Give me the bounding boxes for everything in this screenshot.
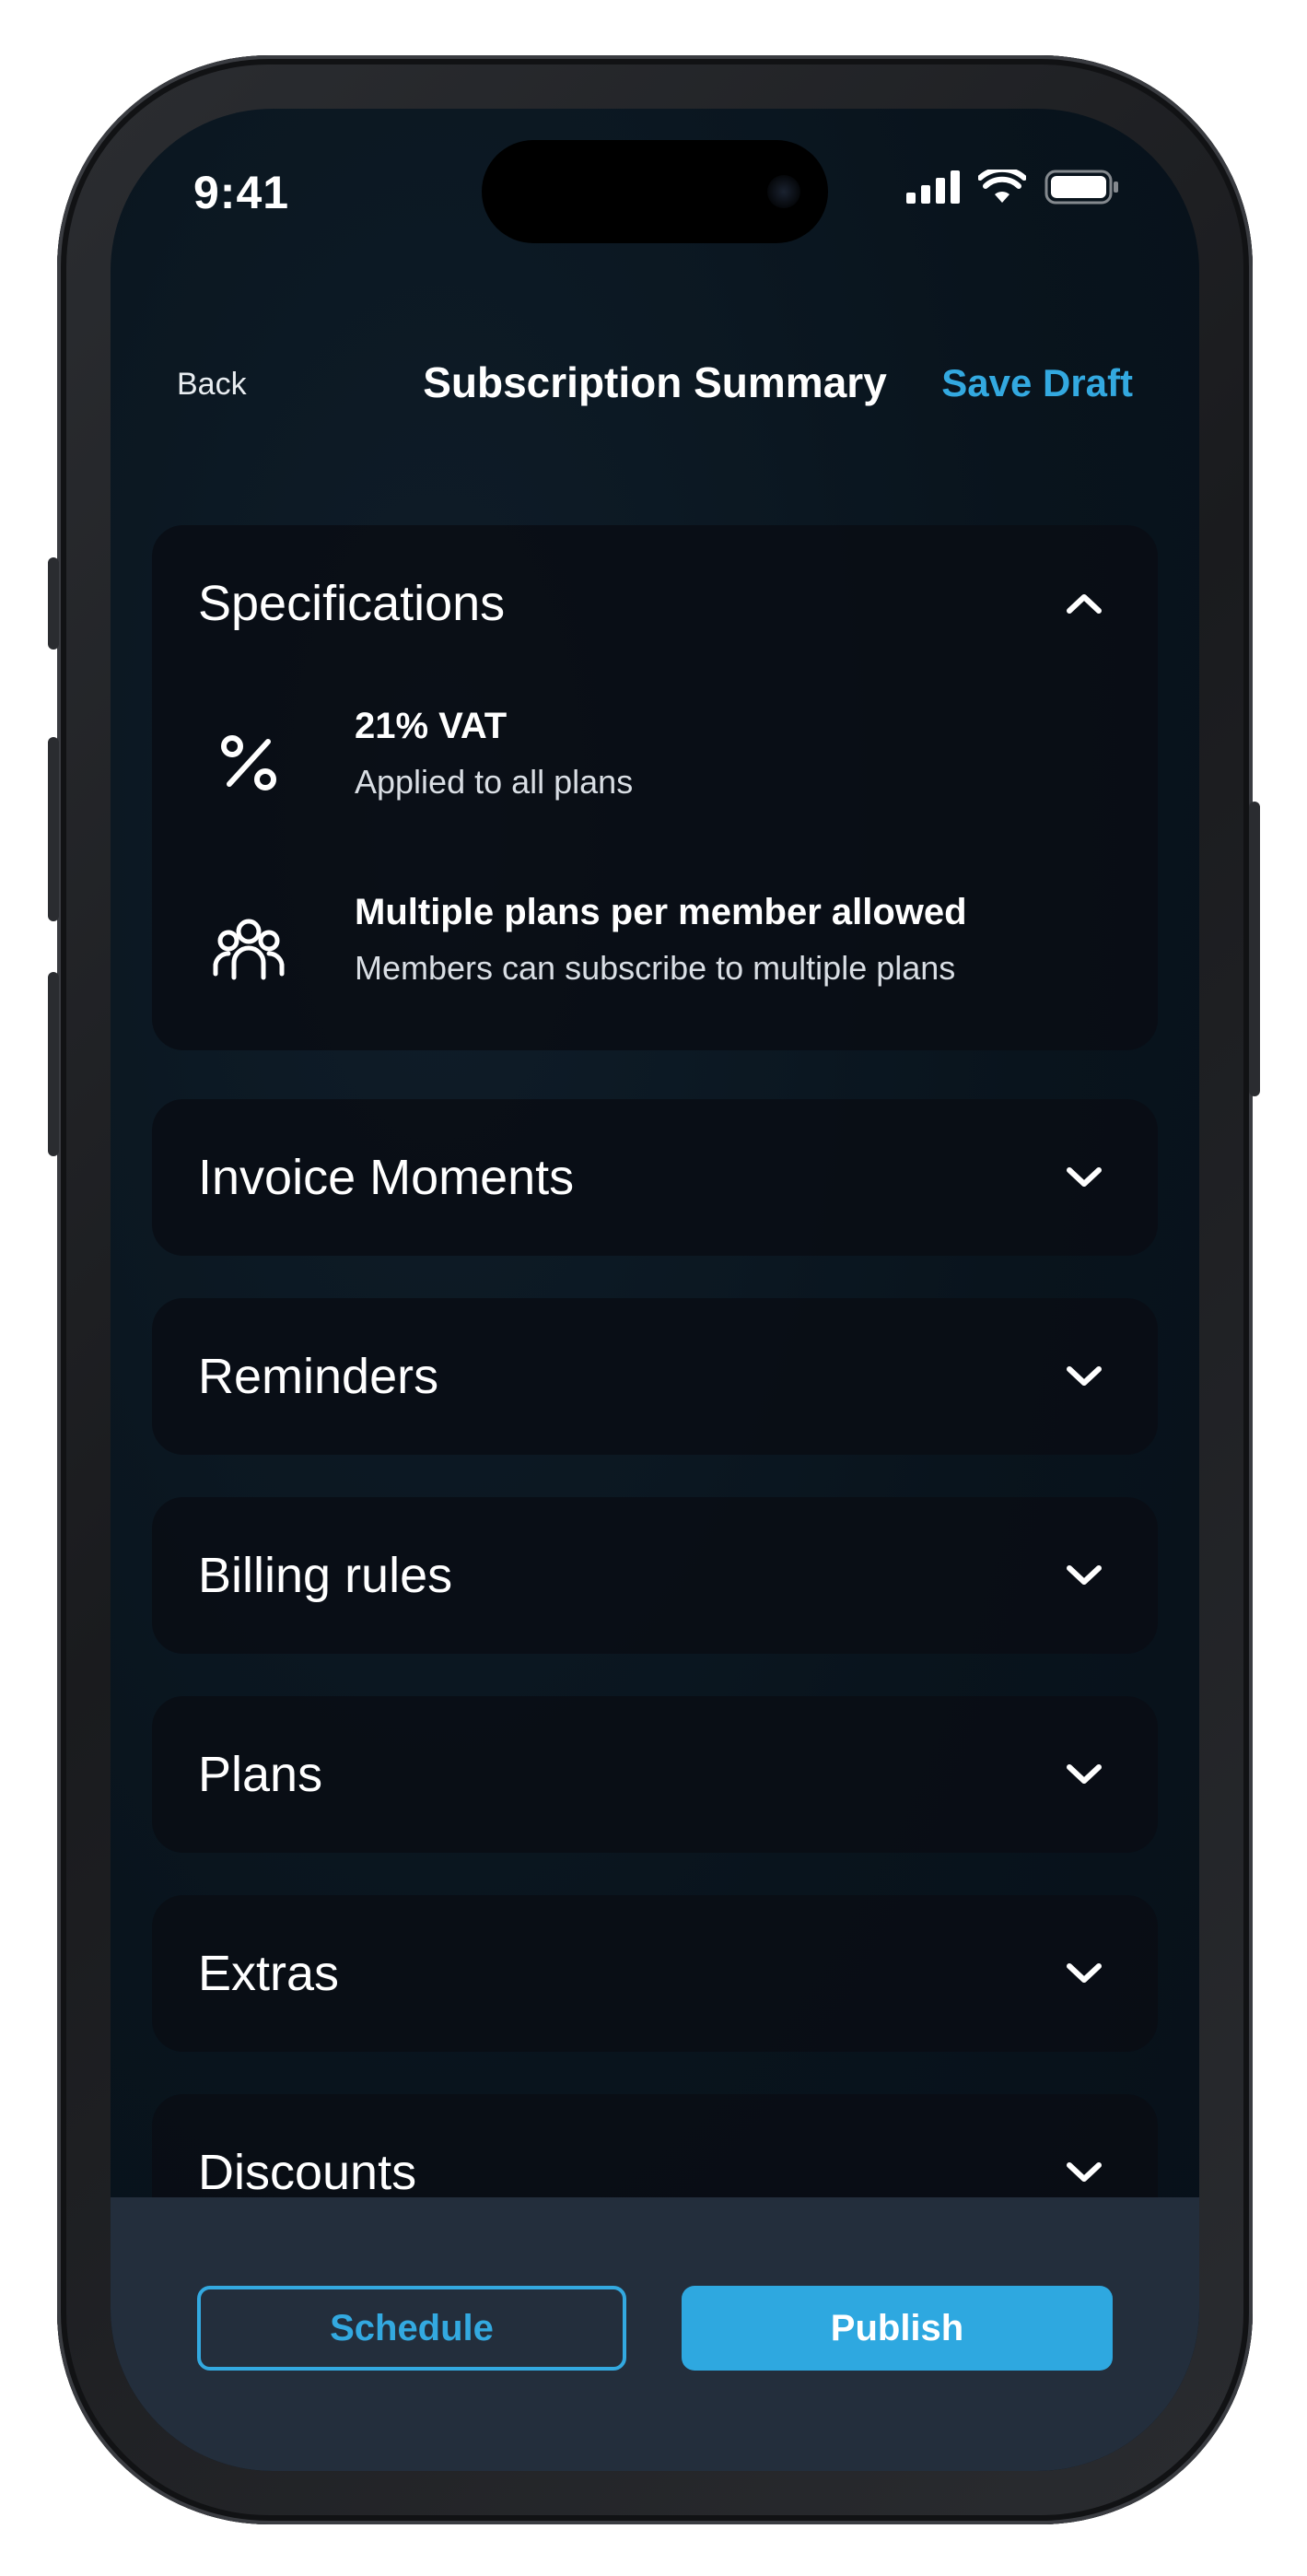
chevron-up-icon[interactable]: [1056, 576, 1112, 631]
chevron-down-icon[interactable]: [1056, 2145, 1112, 2200]
section-title: Plans: [198, 1747, 323, 1802]
power-button: [1249, 802, 1260, 1096]
section-title: Specifications: [198, 576, 506, 631]
volume-down-button: [48, 972, 59, 1156]
section-extras[interactable]: Extras: [152, 1895, 1158, 2052]
list-item: 21% VAT Applied to all plans: [198, 706, 1112, 825]
chevron-down-icon[interactable]: [1056, 1349, 1112, 1404]
list-item: Multiple plans per member allowed Member…: [198, 892, 1112, 1012]
section-reminders[interactable]: Reminders: [152, 1298, 1158, 1455]
chevron-down-icon[interactable]: [1056, 1548, 1112, 1603]
spec-description: Applied to all plans: [355, 763, 634, 801]
signal-icon: [906, 170, 960, 204]
section-billing-rules[interactable]: Billing rules: [152, 1497, 1158, 1654]
section-header-billing-rules[interactable]: Billing rules: [198, 1497, 1112, 1654]
app-screen: 9:41 Back Subscription Summary Save Draf…: [111, 109, 1199, 2471]
chevron-down-icon[interactable]: [1056, 1946, 1112, 2001]
section-header-invoice-moments[interactable]: Invoice Moments: [198, 1099, 1112, 1256]
camera-icon: [767, 175, 800, 208]
section-header-plans[interactable]: Plans: [198, 1696, 1112, 1853]
bottom-action-bar: Schedule Publish: [111, 2197, 1199, 2471]
section-header-specifications[interactable]: Specifications: [198, 525, 1112, 682]
section-header-extras[interactable]: Extras: [198, 1895, 1112, 2052]
action-button: [48, 557, 59, 650]
status-icons: [906, 170, 1120, 205]
save-draft-button[interactable]: Save Draft: [941, 361, 1133, 405]
spec-description: Members can subscribe to multiple plans: [355, 949, 956, 987]
schedule-button[interactable]: Schedule: [197, 2286, 626, 2371]
section-invoice-moments[interactable]: Invoice Moments: [152, 1099, 1158, 1256]
chevron-down-icon[interactable]: [1056, 1150, 1112, 1205]
section-specifications: Specifications 21% VAT Applied to all pl…: [152, 525, 1158, 1050]
dynamic-island: [482, 140, 828, 243]
volume-up-button: [48, 737, 59, 921]
status-time: 9:41: [193, 167, 290, 218]
percent-icon: [198, 717, 299, 809]
spec-title: Multiple plans per member allowed: [355, 892, 967, 932]
chevron-down-icon[interactable]: [1056, 1747, 1112, 1802]
section-title: Discounts: [198, 2145, 417, 2200]
publish-button[interactable]: Publish: [682, 2286, 1113, 2371]
section-header-reminders[interactable]: Reminders: [198, 1298, 1112, 1455]
section-title: Billing rules: [198, 1548, 453, 1603]
spec-title: 21% VAT: [355, 706, 508, 746]
wifi-icon: [978, 170, 1026, 203]
battery-icon: [1044, 170, 1118, 205]
section-title: Invoice Moments: [198, 1150, 575, 1205]
section-title: Reminders: [198, 1349, 439, 1404]
section-title: Extras: [198, 1946, 340, 2001]
section-plans[interactable]: Plans: [152, 1696, 1158, 1853]
users-icon: [198, 903, 299, 995]
